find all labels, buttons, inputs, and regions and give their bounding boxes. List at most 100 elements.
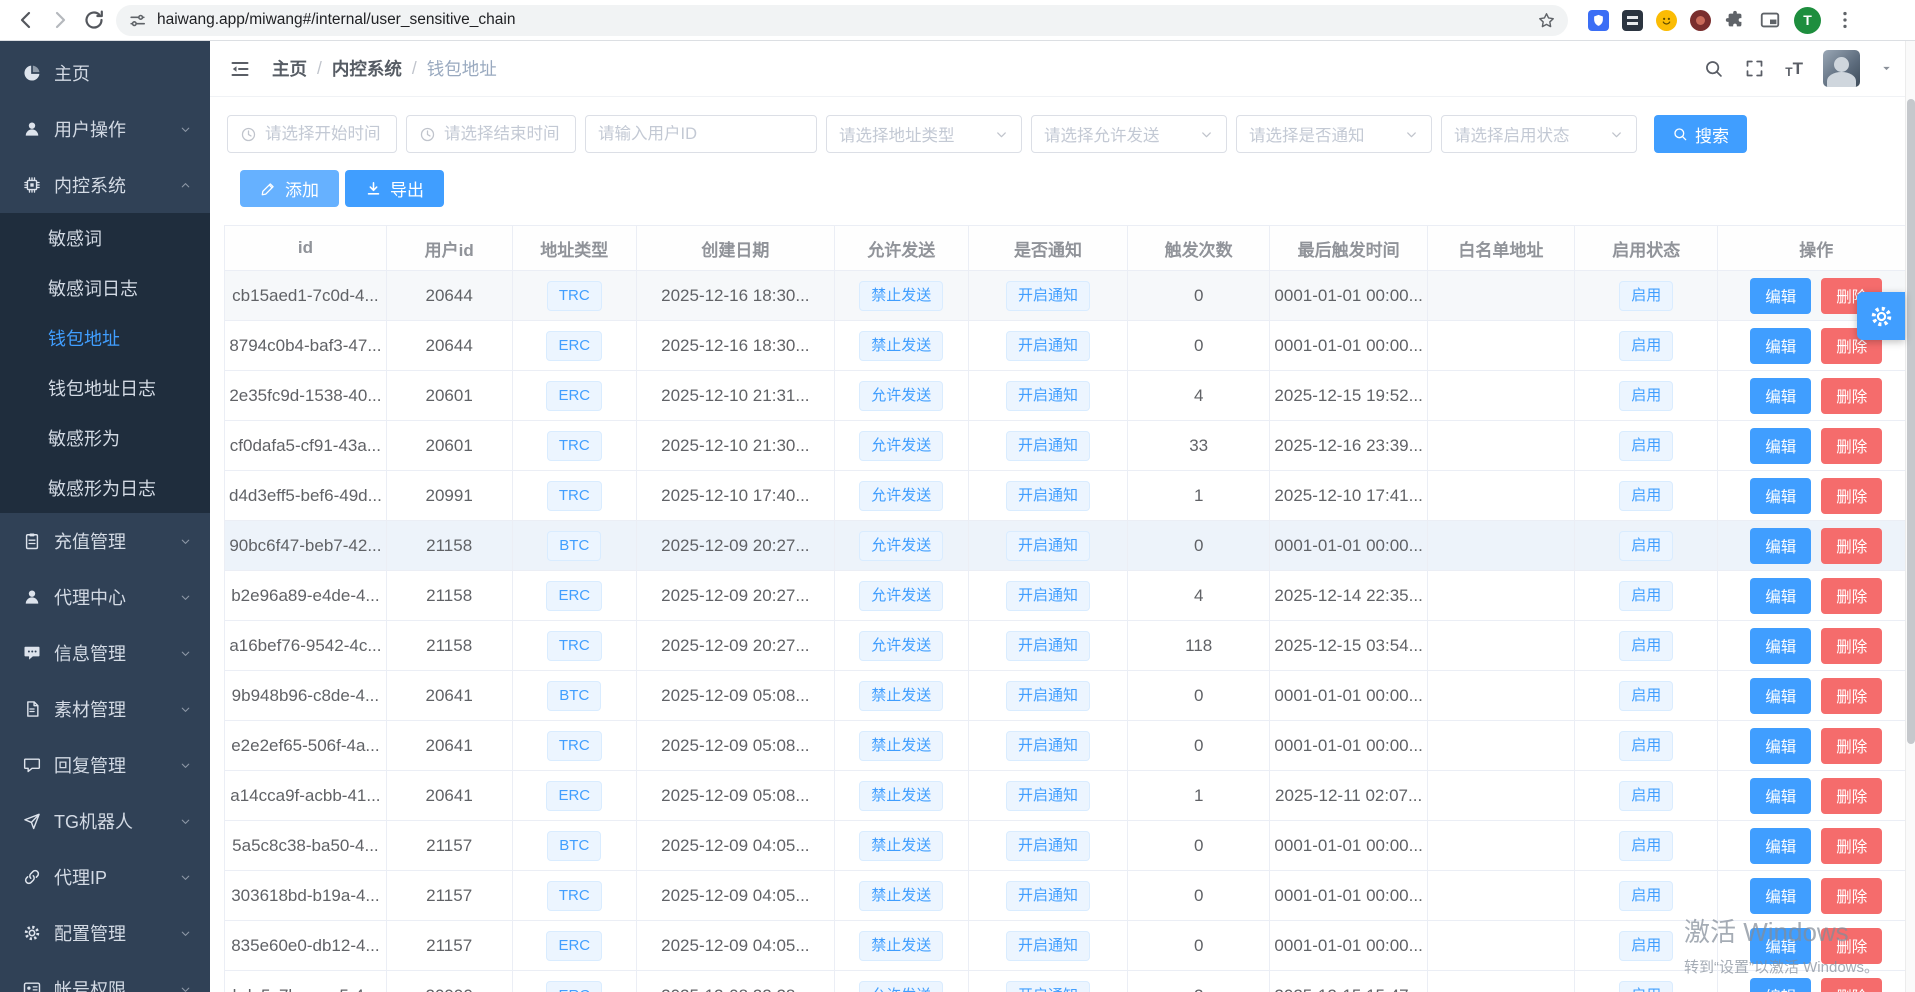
gear-icon (1868, 303, 1895, 330)
sidebar-item-10[interactable]: 配置管理 (0, 905, 210, 961)
user-id-input[interactable] (585, 115, 817, 153)
search-icon[interactable] (1703, 58, 1724, 79)
back-icon[interactable] (14, 8, 38, 32)
font-size-icon[interactable]: TT (1785, 59, 1803, 79)
edit-button[interactable]: 编辑 (1750, 578, 1811, 614)
edit-button[interactable]: 编辑 (1750, 928, 1811, 964)
sidebar-item-label: 帐号权限 (54, 976, 126, 992)
extension-maroon-icon[interactable] (1690, 10, 1711, 31)
sidebar-subitem-2-1[interactable]: 敏感词日志 (0, 263, 210, 313)
address-bar[interactable]: haiwang.app/miwang#/internal/user_sensit… (116, 5, 1568, 36)
edit-button[interactable]: 编辑 (1750, 428, 1811, 464)
edit-button[interactable]: 编辑 (1750, 528, 1811, 564)
allow-send-select[interactable]: 请选择允许发送 (1031, 115, 1227, 153)
reload-icon[interactable] (82, 8, 106, 32)
edit-button[interactable]: 编辑 (1750, 878, 1811, 914)
sidebar-item-5[interactable]: 信息管理 (0, 625, 210, 681)
id-cell: 8794c0b4-baf3-47... (225, 321, 387, 371)
sidebar-subitem-2-2[interactable]: 钱包地址 (0, 313, 210, 363)
notify-cell: 开启通知 (969, 571, 1128, 621)
sidebar-item-0[interactable]: 主页 (0, 45, 210, 101)
delete-button[interactable]: 删除 (1821, 528, 1882, 564)
sidebar-subitem-2-0[interactable]: 敏感词 (0, 213, 210, 263)
delete-button[interactable]: 删除 (1821, 678, 1882, 714)
delete-button[interactable]: 删除 (1821, 378, 1882, 414)
edit-button[interactable]: 编辑 (1750, 828, 1811, 864)
sidebar-item-8[interactable]: TG机器人 (0, 793, 210, 849)
edit-button[interactable]: 编辑 (1750, 978, 1811, 992)
notify-select[interactable]: 请选择是否通知 (1236, 115, 1432, 153)
delete-button[interactable]: 删除 (1821, 978, 1882, 992)
header-actions: TT (1703, 50, 1893, 87)
edit-button[interactable]: 编辑 (1750, 678, 1811, 714)
edit-button[interactable]: 编辑 (1750, 628, 1811, 664)
edit-button[interactable]: 编辑 (1750, 278, 1811, 314)
extensions-puzzle-icon[interactable] (1724, 9, 1746, 31)
add-button[interactable]: 添加 (240, 170, 339, 207)
start-time-input[interactable] (265, 125, 384, 144)
delete-button[interactable]: 删除 (1821, 828, 1882, 864)
allow-send-badge: 禁止发送 (859, 931, 943, 961)
status-cell: 启用 (1575, 571, 1718, 621)
delete-button[interactable]: 删除 (1821, 778, 1882, 814)
scrollbar-thumb[interactable] (1907, 99, 1915, 744)
last-trigger-cell: 2025-12-15 03:54... (1270, 621, 1427, 671)
id-cell: 9b948b96-c8de-4... (225, 671, 387, 721)
breadcrumb-internal-system[interactable]: 内控系统 (332, 56, 402, 81)
sidebar-item-2[interactable]: 内控系统 (0, 157, 210, 213)
delete-button[interactable]: 删除 (1821, 478, 1882, 514)
sidebar-item-4[interactable]: 代理中心 (0, 569, 210, 625)
export-button[interactable]: 导出 (345, 170, 444, 207)
user-id-cell: 21157 (386, 871, 512, 921)
delete-button[interactable]: 删除 (1821, 928, 1882, 964)
delete-button[interactable]: 删除 (1821, 628, 1882, 664)
trigger-count-cell: 1 (1127, 771, 1269, 821)
extension-shield-icon[interactable] (1588, 10, 1609, 31)
trigger-count-cell: 0 (1127, 871, 1269, 921)
chip-icon (22, 175, 42, 195)
end-time-input[interactable] (444, 125, 563, 144)
sidebar-item-7[interactable]: 回复管理 (0, 737, 210, 793)
sidebar-subitem-2-3[interactable]: 钱包地址日志 (0, 363, 210, 413)
delete-button[interactable]: 删除 (1821, 578, 1882, 614)
sidebar-fold-icon[interactable] (228, 57, 252, 81)
edit-button[interactable]: 编辑 (1750, 378, 1811, 414)
forward-icon[interactable] (48, 8, 72, 32)
fullscreen-icon[interactable] (1744, 58, 1765, 79)
chevron-down-icon[interactable] (1880, 62, 1893, 75)
user-id-input[interactable] (598, 125, 804, 144)
start-time-input[interactable] (227, 115, 397, 153)
extension-smiley-icon[interactable] (1656, 10, 1677, 31)
end-time-input[interactable] (406, 115, 576, 153)
sidebar-subitem-2-5[interactable]: 敏感形为日志 (0, 463, 210, 513)
search-button[interactable]: 搜索 (1654, 115, 1747, 153)
sidebar-item-3[interactable]: 充值管理 (0, 513, 210, 569)
created-date-cell: 2025-12-16 18:30... (637, 271, 835, 321)
browser-profile-avatar[interactable]: T (1794, 7, 1821, 34)
enable-status-select[interactable]: 请选择启用状态 (1441, 115, 1637, 153)
address-type-select[interactable]: 请选择地址类型 (826, 115, 1022, 153)
tab-share-icon[interactable] (1759, 9, 1781, 31)
edit-button[interactable]: 编辑 (1750, 778, 1811, 814)
sidebar-item-9[interactable]: 代理IP (0, 849, 210, 905)
delete-button[interactable]: 删除 (1821, 728, 1882, 764)
edit-button[interactable]: 编辑 (1750, 478, 1811, 514)
delete-button[interactable]: 删除 (1821, 878, 1882, 914)
breadcrumb-home[interactable]: 主页 (272, 56, 307, 81)
sidebar-item-11[interactable]: 帐号权限 (0, 961, 210, 992)
site-settings-icon[interactable] (128, 11, 147, 30)
settings-panel-button[interactable] (1857, 292, 1905, 340)
delete-button[interactable]: 删除 (1821, 428, 1882, 464)
last-trigger-cell: 0001-01-01 00:00... (1270, 921, 1427, 971)
edit-button[interactable]: 编辑 (1750, 728, 1811, 764)
allow-send-cell: 允许发送 (834, 621, 968, 671)
user-avatar[interactable] (1823, 50, 1860, 87)
sidebar-subitem-2-4[interactable]: 敏感形为 (0, 413, 210, 463)
id-cell: 2e35fc9d-1538-40... (225, 371, 387, 421)
sidebar-item-1[interactable]: 用户操作 (0, 101, 210, 157)
extension-dark-icon[interactable] (1622, 10, 1643, 31)
sidebar-item-6[interactable]: 素材管理 (0, 681, 210, 737)
bookmark-star-icon[interactable] (1537, 11, 1556, 30)
browser-menu-icon[interactable] (1834, 9, 1856, 31)
edit-button[interactable]: 编辑 (1750, 328, 1811, 364)
